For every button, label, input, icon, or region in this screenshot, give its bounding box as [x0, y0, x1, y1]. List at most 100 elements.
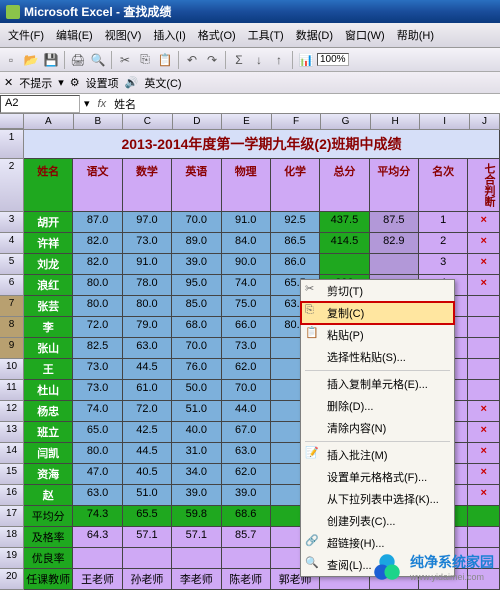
cell[interactable]: 47.0 — [73, 464, 122, 485]
cell-x[interactable] — [468, 317, 500, 338]
cell-name[interactable]: 李 — [24, 317, 73, 338]
col-F[interactable]: F — [272, 114, 322, 129]
cell-x[interactable]: × — [468, 485, 500, 506]
cell[interactable]: 80.0 — [73, 275, 122, 296]
cell[interactable]: 97.0 — [123, 212, 172, 233]
cell-name[interactable]: 浪红 — [24, 275, 73, 296]
english-button[interactable]: 英文(C) — [144, 75, 181, 91]
row-20[interactable]: 20 — [0, 569, 24, 590]
cell[interactable]: 80.0 — [73, 296, 122, 317]
row-head[interactable]: 9 — [0, 338, 24, 359]
cell[interactable]: 70.0 — [172, 338, 221, 359]
fx-icon[interactable]: fx — [94, 98, 111, 110]
cell[interactable]: 89.0 — [172, 233, 221, 254]
context-menu-item[interactable]: 🔗超链接(H)... — [301, 532, 454, 554]
cell-x[interactable]: × — [468, 464, 500, 485]
cell-x[interactable] — [468, 380, 500, 401]
cell[interactable]: 34.0 — [172, 464, 221, 485]
cell[interactable]: 82.0 — [73, 254, 122, 275]
sheet-title[interactable]: 2013-2014年度第一学期九年级(2)班期中成绩 — [24, 130, 500, 159]
cell[interactable]: 67.0 — [222, 422, 271, 443]
menu-file[interactable]: 文件(F) — [4, 25, 48, 45]
cell[interactable]: 63.0 — [123, 338, 172, 359]
row-head[interactable]: 12 — [0, 401, 24, 422]
hdr-physics[interactable]: 物理 — [222, 159, 271, 212]
col-B[interactable]: B — [74, 114, 124, 129]
cell-rank[interactable]: 2 — [419, 233, 468, 254]
cell[interactable]: 73.0 — [123, 233, 172, 254]
cell-avg[interactable] — [370, 254, 419, 275]
hdr-rank[interactable]: 名次 — [419, 159, 468, 212]
pass-label[interactable]: 及格率 — [24, 527, 73, 548]
cell[interactable]: 73.0 — [73, 380, 122, 401]
cell[interactable]: 84.0 — [222, 233, 271, 254]
context-menu-item[interactable]: 创建列表(C)... — [301, 510, 454, 532]
cell[interactable]: 95.0 — [172, 275, 221, 296]
col-J[interactable]: J — [470, 114, 500, 129]
cell-x[interactable]: × — [468, 233, 500, 254]
cell-x[interactable] — [468, 338, 500, 359]
cell-name[interactable]: 许祥 — [24, 233, 73, 254]
cell-name[interactable]: 王 — [24, 359, 73, 380]
cell-x[interactable] — [468, 296, 500, 317]
cell[interactable]: 61.0 — [123, 380, 172, 401]
paste-icon[interactable]: 📋 — [156, 51, 174, 69]
cell[interactable]: 63.0 — [222, 443, 271, 464]
row-18[interactable]: 18 — [0, 527, 24, 548]
hdr-total[interactable]: 总分 — [320, 159, 369, 212]
save-icon[interactable]: 💾 — [42, 51, 60, 69]
col-H[interactable]: H — [371, 114, 421, 129]
hdr-name[interactable]: 姓名 — [24, 159, 73, 212]
cell[interactable]: 80.0 — [123, 296, 172, 317]
cell[interactable]: 39.0 — [172, 485, 221, 506]
context-menu-item[interactable]: 从下拉列表中选择(K)... — [301, 488, 454, 510]
cell[interactable]: 44.5 — [123, 443, 172, 464]
row-head[interactable]: 7 — [0, 296, 24, 317]
cell-x[interactable]: × — [468, 443, 500, 464]
row-head[interactable]: 5 — [0, 254, 24, 275]
cell-total[interactable]: 437.5 — [320, 212, 369, 233]
context-menu-item[interactable]: 📋粘贴(P) — [301, 324, 454, 346]
row-head[interactable]: 16 — [0, 485, 24, 506]
cell[interactable]: 51.0 — [123, 485, 172, 506]
cell[interactable]: 74.0 — [222, 275, 271, 296]
context-menu-item[interactable]: 清除内容(N) — [301, 417, 454, 439]
col-E[interactable]: E — [222, 114, 272, 129]
open-icon[interactable]: 📂 — [22, 51, 40, 69]
menu-edit[interactable]: 编辑(E) — [52, 25, 97, 45]
formula-input[interactable]: 姓名 — [110, 95, 500, 113]
cell-x[interactable]: × — [468, 401, 500, 422]
cell[interactable]: 72.0 — [73, 317, 122, 338]
row-1[interactable]: 1 — [0, 130, 24, 159]
menu-insert[interactable]: 插入(I) — [149, 25, 189, 45]
zoom-input[interactable]: 100% — [317, 53, 349, 66]
context-menu-item[interactable]: 删除(D)... — [301, 395, 454, 417]
avg-label[interactable]: 平均分 — [24, 506, 73, 527]
cell[interactable]: 73.0 — [73, 359, 122, 380]
cell[interactable]: 82.0 — [73, 233, 122, 254]
row-head[interactable]: 6 — [0, 275, 24, 296]
cell[interactable]: 86.0 — [271, 254, 320, 275]
cell-x[interactable] — [468, 359, 500, 380]
col-D[interactable]: D — [173, 114, 223, 129]
context-menu-item[interactable]: 🔍查阅(L)... — [301, 554, 454, 576]
cell[interactable]: 68.0 — [172, 317, 221, 338]
cell[interactable]: 76.0 — [172, 359, 221, 380]
print-icon[interactable]: 🖨 — [69, 51, 87, 69]
hdr-chinese[interactable]: 语文 — [73, 159, 122, 212]
cell[interactable]: 91.0 — [123, 254, 172, 275]
cell[interactable]: 92.5 — [271, 212, 320, 233]
cell-name[interactable]: 张芸 — [24, 296, 73, 317]
cell[interactable]: 44.0 — [222, 401, 271, 422]
cell[interactable]: 44.5 — [123, 359, 172, 380]
cell[interactable]: 39.0 — [172, 254, 221, 275]
menu-view[interactable]: 视图(V) — [101, 25, 146, 45]
cell[interactable]: 50.0 — [172, 380, 221, 401]
menu-window[interactable]: 窗口(W) — [341, 25, 389, 45]
cut-icon[interactable]: ✂ — [116, 51, 134, 69]
cell-avg[interactable]: 87.5 — [370, 212, 419, 233]
select-all[interactable] — [0, 114, 24, 129]
cell[interactable]: 62.0 — [222, 359, 271, 380]
row-head[interactable]: 13 — [0, 422, 24, 443]
row-head[interactable]: 11 — [0, 380, 24, 401]
